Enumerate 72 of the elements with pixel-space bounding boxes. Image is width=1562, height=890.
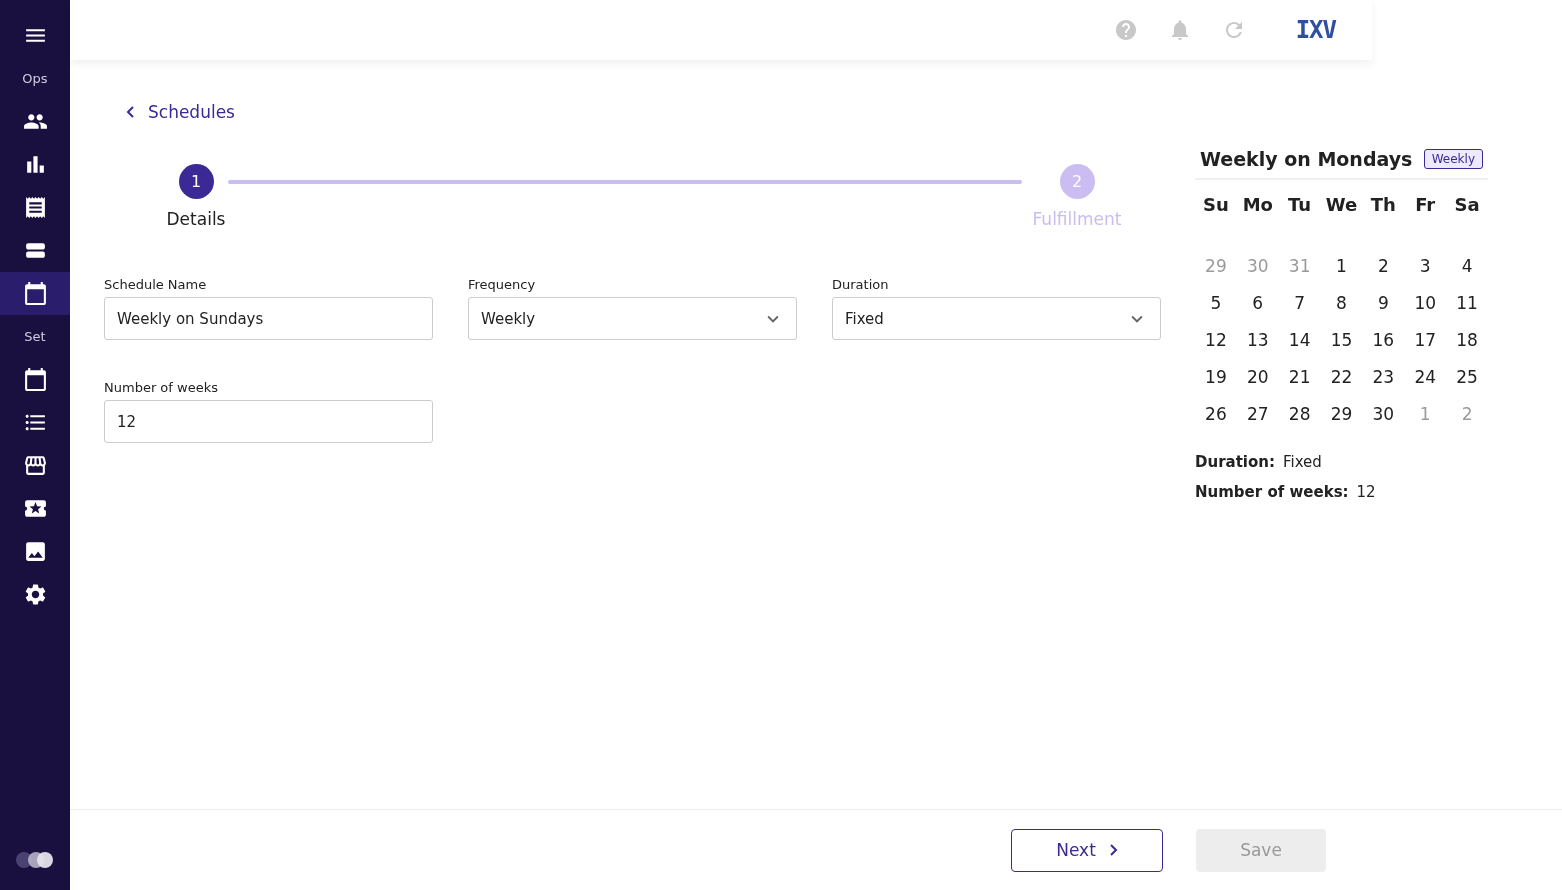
logo: IXV [1295, 16, 1336, 44]
next-button[interactable]: Next [1011, 828, 1163, 872]
calendar-day: 11 [1446, 285, 1488, 322]
calendar-day: 16 [1362, 322, 1405, 359]
calendar-day: 5 [1195, 285, 1237, 322]
calendar-day: 12 [1195, 322, 1237, 359]
calendar-day: 30 [1362, 396, 1405, 433]
detail-label: Number of weeks: [1195, 483, 1349, 501]
step-number: 1 [178, 164, 214, 199]
calendar-day: 21 [1278, 359, 1321, 396]
calendar-day: 25 [1446, 359, 1488, 396]
calendar-icon [22, 367, 48, 392]
weekday-header: Mo [1241, 194, 1274, 217]
calendar-day: 23 [1362, 359, 1405, 396]
step-label: Fulfillment [1032, 209, 1122, 229]
calendar-day: 2 [1362, 248, 1405, 285]
calendar-day: 27 [1236, 396, 1279, 433]
detail-value: 12 [1356, 483, 1376, 501]
calendar-day: 7 [1278, 285, 1321, 322]
weekday-header: Tu [1287, 194, 1313, 217]
summary-title: Weekly on Mondays [1200, 148, 1413, 170]
calendar-day: 28 [1278, 396, 1321, 433]
weekday-header: We [1324, 194, 1359, 217]
calendar-day: 24 [1404, 359, 1447, 396]
step-number: 2 [1059, 164, 1095, 199]
calendar-day: 14 [1278, 322, 1321, 359]
detail-value: Fixed [1282, 453, 1322, 471]
calendar-day: 26 [1195, 396, 1237, 433]
select-field[interactable]: Weekly [468, 297, 797, 340]
chevron-left-icon [126, 106, 134, 118]
sidebar-section-label: Ops [21, 70, 49, 88]
sidebar-section-label: Set [23, 328, 47, 346]
input-field[interactable]: Weekly on Sundays [104, 297, 433, 340]
calendar-day: 8 [1320, 285, 1363, 322]
input-field[interactable]: 12 [104, 400, 433, 443]
back-link[interactable]: Schedules [126, 102, 1161, 122]
calendar-day: 31 [1278, 248, 1321, 285]
calendar-day: 10 [1404, 285, 1447, 322]
calendar-day: 19 [1195, 359, 1237, 396]
calendar-day: 6 [1236, 285, 1279, 322]
storefront-icon [22, 453, 48, 478]
calendar-day: 15 [1320, 322, 1363, 359]
step-label: Details [166, 209, 226, 229]
calendar-day: 2 [1446, 396, 1488, 433]
detail-label: Duration: [1195, 453, 1275, 471]
weekday-header: Th [1369, 194, 1397, 217]
calendar-day: 4 [1446, 248, 1488, 285]
sidebar-item[interactable] [0, 272, 70, 315]
field-label: Schedule Name [104, 277, 208, 292]
calendar-day: 9 [1362, 285, 1405, 322]
calendar-icon [22, 281, 48, 306]
select-field[interactable]: Fixed [832, 297, 1161, 340]
theme-toggle-icon[interactable] [15, 850, 55, 870]
weekday-header: Sa [1453, 194, 1481, 217]
field-label: Duration [832, 277, 890, 292]
chevron-right-icon [1109, 844, 1118, 856]
calendar-day: 22 [1320, 359, 1363, 396]
calendar-day: 30 [1236, 248, 1279, 285]
field-label: Frequency [468, 277, 537, 292]
field-label: Number of weeks [104, 380, 219, 395]
calendar-day: 29 [1195, 248, 1237, 285]
calendar-day: 13 [1236, 322, 1279, 359]
frequency-badge: Weekly [1423, 149, 1483, 169]
calendar-day: 17 [1404, 322, 1447, 359]
weekday-header: Su [1202, 194, 1230, 217]
calendar-day: 29 [1320, 396, 1363, 433]
calendar-day: 18 [1446, 322, 1488, 359]
calendar-day: 1 [1404, 396, 1447, 433]
weekday-header: Fr [1414, 194, 1437, 217]
calendar-day: 20 [1236, 359, 1279, 396]
calendar-day: 3 [1404, 248, 1447, 285]
calendar-day: 1 [1320, 248, 1363, 285]
